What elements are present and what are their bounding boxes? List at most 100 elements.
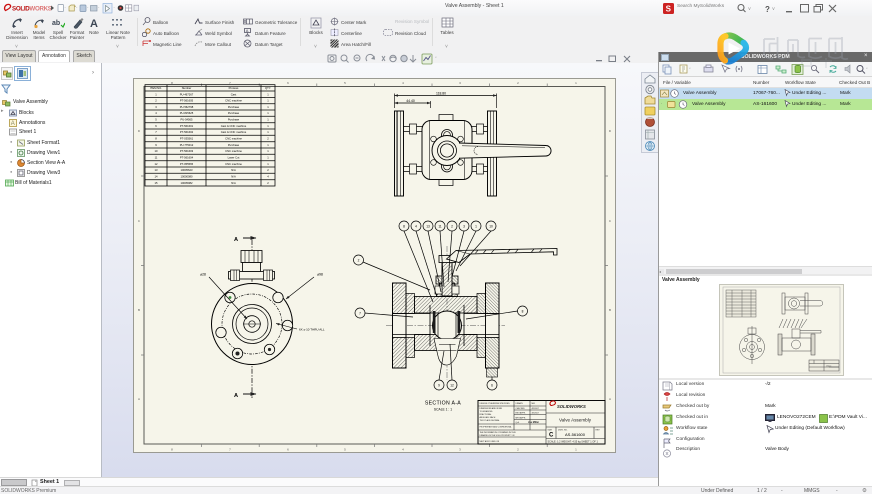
svg-text:Cast & CNC machine: Cast & CNC machine [221, 130, 247, 134]
svg-text:8: 8 [403, 224, 405, 228]
svg-text:10: 10 [489, 224, 493, 228]
svg-text:ˇ: ˇ [87, 6, 89, 11]
svg-text:A: A [246, 28, 249, 33]
svg-text:MFG APPR.: MFG APPR. [516, 417, 527, 420]
svg-text:Cast & CNC machine: Cast & CNC machine [221, 124, 247, 128]
svg-text:ˇ: ˇ [114, 6, 116, 11]
svg-text:ˇ: ˇ [98, 6, 100, 11]
svg-text:PT-035561: PT-035561 [180, 137, 194, 141]
svg-text:?: ? [765, 5, 770, 14]
svg-text:PU-815625: PU-815625 [180, 111, 194, 115]
svg-text:2: 2 [358, 258, 360, 262]
svg-text:NEXT ASSY USED ON: NEXT ASSY USED ON [480, 440, 500, 443]
svg-text:A: A [609, 397, 611, 401]
svg-text:CNC machine: CNC machine [225, 99, 242, 103]
svg-text:ˇ: ˇ [76, 6, 78, 11]
svg-text:ENG APPR.: ENG APPR. [516, 412, 527, 415]
svg-text:CNC machine: CNC machine [225, 162, 242, 166]
svg-text:N/A: N/A [231, 181, 236, 185]
svg-text:PU-467267: PU-467267 [180, 92, 194, 96]
svg-text:⌀98: ⌀98 [317, 273, 323, 277]
svg-text:12: 12 [450, 383, 454, 387]
svg-text:FRACTIONAL: FRACTIONAL [480, 413, 492, 416]
svg-text:15: 15 [155, 181, 158, 185]
svg-text:4: 4 [415, 224, 417, 228]
svg-text:SIZE: SIZE [548, 430, 553, 432]
svg-text:4/3/2007: 4/3/2007 [532, 413, 539, 415]
svg-text:Q.A.: Q.A. [516, 421, 520, 424]
svg-text:Valve Assembly: Valve Assembly [559, 418, 592, 423]
svg-text:1: 1 [475, 224, 477, 228]
svg-text:ITEM NO.: ITEM NO. [150, 86, 162, 90]
svg-text:SCALE: 1:2 WEIGHT: 4.55 kg S: SCALE: 1:2 WEIGHT: 4.55 kg SHEET 1 OF 1 [548, 441, 599, 444]
svg-text:REV: REV [596, 430, 601, 432]
svg-text:SOLIDWORKS: SOLIDWORKS [557, 404, 586, 409]
svg-text:˅: ˅ [772, 7, 775, 13]
svg-text:6: 6 [491, 383, 493, 387]
svg-text:B: B [138, 308, 140, 312]
svg-text:13: 13 [155, 168, 158, 172]
svg-text:PT-561605: PT-561605 [180, 99, 194, 103]
svg-text:CNC machine: CNC machine [225, 137, 242, 141]
svg-text:PU-775012: PU-775012 [180, 143, 194, 147]
svg-text:PT-561602: PT-561602 [180, 130, 194, 134]
svg-text:44.40: 44.40 [406, 99, 415, 103]
svg-text:PU-54565: PU-54565 [180, 118, 193, 122]
svg-text:⌀28: ⌀28 [200, 273, 206, 277]
svg-text:Purchase: Purchase [228, 118, 240, 122]
svg-text:PROPRIETARY AND CONFIDENTIAL: PROPRIETARY AND CONFIDENTIAL [480, 426, 512, 429]
svg-text:SCALE 1 : 1: SCALE 1 : 1 [434, 408, 452, 412]
svg-text:10: 10 [155, 149, 158, 153]
svg-text:TWO PLACE DECIMAL: TWO PLACE DECIMAL [480, 419, 500, 422]
svg-text:DRAWN: DRAWN [516, 402, 524, 405]
svg-text:Cast: Cast [231, 92, 237, 96]
svg-text:C: C [549, 433, 554, 439]
svg-text:8: 8 [522, 309, 524, 313]
svg-text:TOLERANCES:: TOLERANCES: [480, 410, 494, 413]
svg-text:Purchase: Purchase [228, 105, 240, 109]
svg-text:˅: ˅ [748, 7, 751, 13]
svg-text:N/A: N/A [231, 168, 236, 172]
svg-text:3: 3 [463, 224, 465, 228]
svg-text:SECTION A-A: SECTION A-A [425, 401, 461, 407]
svg-text:PT-561604: PT-561604 [180, 156, 194, 160]
svg-text:MM: MM [532, 403, 536, 405]
svg-text:11: 11 [438, 224, 442, 228]
svg-text:Process: Process [229, 86, 239, 90]
svg-text:PT-055565: PT-055565 [180, 162, 194, 166]
svg-text:11: 11 [155, 156, 158, 160]
svg-text:ANGULAR: MACH: ANGULAR: MACH [480, 416, 496, 419]
svg-text:14: 14 [155, 175, 158, 179]
svg-text:Purchase: Purchase [228, 111, 240, 115]
svg-text:ˇ: ˇ [435, 57, 437, 63]
svg-text:10005082: 10005082 [181, 181, 193, 185]
svg-text:CHECKED: CHECKED [516, 408, 526, 410]
svg-text:13: 13 [426, 224, 430, 228]
svg-text:Purchase: Purchase [228, 143, 240, 147]
svg-text:SOLIDWORKS: SOLIDWORKS [12, 5, 52, 12]
svg-text:N/A: N/A [231, 175, 236, 179]
svg-text:CNC machine: CNC machine [225, 149, 242, 153]
svg-text:10000080: 10000080 [181, 175, 193, 179]
svg-text:PT-561601: PT-561601 [180, 124, 194, 128]
svg-text:ˇ: ˇ [65, 6, 67, 11]
svg-text:A: A [138, 397, 140, 401]
svg-text:Joe Miller: Joe Miller [528, 421, 539, 424]
svg-text:4/3/2007: 4/3/2007 [532, 408, 539, 410]
svg-text:9: 9 [438, 383, 440, 387]
svg-text:10005623: 10005623 [181, 168, 193, 172]
svg-text:THE INFORMATION CONTAINED IN T: THE INFORMATION CONTAINED IN THIS [480, 431, 517, 434]
svg-text:2: 2 [451, 224, 453, 228]
svg-text:AS-561600: AS-561600 [565, 432, 586, 437]
svg-text:A: A [234, 393, 238, 399]
svg-text:ab: ab [52, 20, 60, 27]
svg-text:QTY.: QTY. [265, 86, 271, 90]
svg-text:Valve: Valve [826, 366, 832, 368]
svg-text:UNLESS OTHERWISE SPECIFIED:: UNLESS OTHERWISE SPECIFIED: [480, 403, 511, 405]
svg-text:PU-562798: PU-562798 [180, 105, 194, 109]
svg-text:7: 7 [359, 311, 361, 315]
svg-text:A: A [234, 237, 238, 243]
svg-text:S: S [666, 4, 672, 13]
svg-text:PT-561603: PT-561603 [180, 149, 194, 153]
svg-text:A: A [11, 121, 15, 127]
